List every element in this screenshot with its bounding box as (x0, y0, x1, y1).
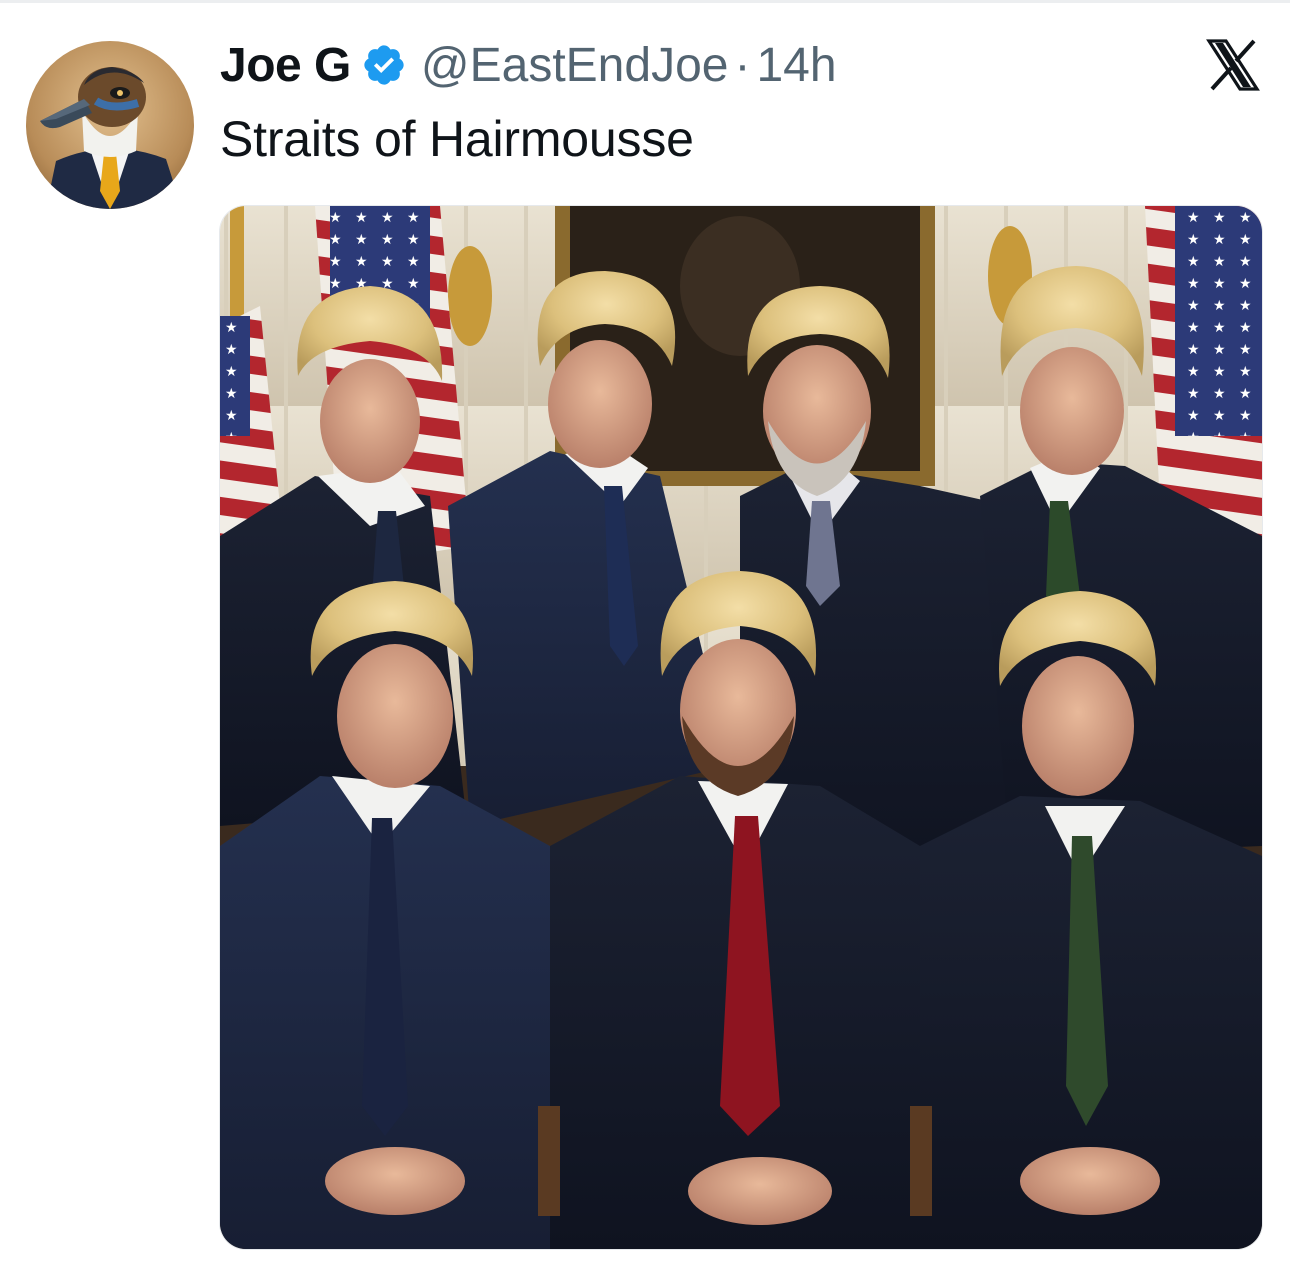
tweet-timestamp[interactable]: 14h (756, 38, 836, 93)
tweet-header: Joe G @EastEndJoe · 14h (220, 34, 837, 96)
tweet-text: Straits of Hairmousse (220, 111, 694, 167)
duck-avatar-icon (26, 41, 194, 209)
verified-badge-icon (361, 42, 407, 88)
author-avatar[interactable] (26, 41, 194, 209)
top-divider (0, 0, 1290, 3)
meta-separator: · (734, 38, 751, 92)
group-portrait-photo: ★ (220, 206, 1262, 1249)
author-handle[interactable]: @EastEndJoe (421, 38, 729, 93)
x-logo-icon[interactable] (1206, 39, 1260, 91)
author-display-name[interactable]: Joe G (220, 38, 351, 93)
tweet-media-image[interactable]: ★ (220, 206, 1262, 1249)
